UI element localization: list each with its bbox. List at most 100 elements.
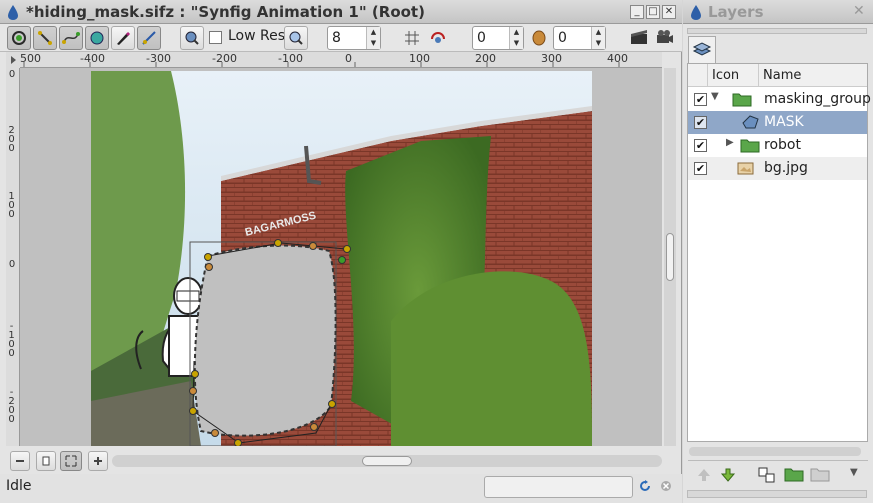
zoom-button[interactable]	[284, 26, 308, 50]
zoom-100-button[interactable]	[36, 451, 56, 471]
window-title: *hiding_mask.sifz : "Synfig Animation 1"…	[26, 3, 425, 21]
fit-icon	[65, 455, 77, 467]
keyframe-lock-icon	[532, 30, 546, 46]
clapperboard-icon	[631, 30, 647, 44]
lower-layer-icon[interactable]	[720, 467, 736, 483]
layer-visibility-checkbox[interactable]: ✔	[694, 116, 707, 129]
keyframe-lock-button[interactable]	[530, 28, 548, 50]
transform-tool-icon	[12, 31, 26, 45]
more-actions-icon[interactable]: ▼	[850, 467, 858, 478]
bline-tool-button[interactable]	[137, 26, 161, 50]
ruler-label: 100	[8, 191, 15, 220]
robot-body	[168, 315, 200, 377]
arrow-right-icon	[11, 56, 16, 64]
canvas-toolbar: Low Res 8 ▲ ▼ 0 ▲ ▼ 0 ▲ ▼	[0, 24, 682, 52]
tab-layers[interactable]	[688, 36, 716, 63]
ruler-label: -100	[8, 321, 15, 359]
circle-tool-icon	[90, 31, 104, 45]
ungroup-layer-icon[interactable]	[810, 466, 830, 482]
canvas-area[interactable]: BAGARMOSS	[20, 68, 662, 446]
onion-skin-button[interactable]	[429, 30, 447, 50]
layer-visibility-checkbox[interactable]: ✔	[694, 93, 707, 106]
low-res-label: Low Res	[228, 28, 286, 44]
layer-name: MASK	[764, 114, 804, 130]
refresh-button[interactable]	[639, 480, 651, 496]
ruler-label: 0	[8, 259, 16, 270]
ruler-label: 200	[8, 125, 15, 154]
low-res-checkbox[interactable]	[209, 31, 222, 44]
panel-handle	[687, 28, 867, 34]
layers-tree: Icon Name ✔ ▼ masking_group ✔ MASK ✔ ▶ r…	[687, 63, 871, 442]
time-spinner[interactable]: 0 ▲ ▼	[472, 26, 524, 50]
column-header-name[interactable]: Name	[763, 68, 801, 83]
smooth-move-tool-button[interactable]	[33, 26, 57, 50]
tree-right	[391, 271, 592, 446]
layer-row[interactable]: ✔ bg.jpg	[688, 157, 867, 180]
expander-right-icon[interactable]: ▶	[726, 137, 734, 148]
canvas-image[interactable]: BAGARMOSS	[91, 71, 592, 446]
grid-toggle-button[interactable]	[404, 30, 420, 50]
layers-panel: Layers ✕ Icon Name ✔ ▼ masking_group ✔ M…	[683, 0, 873, 503]
layer-row[interactable]: ✔ MASK	[688, 111, 867, 134]
layer-name: robot	[764, 137, 801, 153]
folder-icon	[732, 93, 752, 107]
bline-tool-icon	[142, 31, 156, 45]
page-icon	[42, 456, 50, 466]
zoom-out-button[interactable]	[10, 451, 30, 471]
layer-visibility-checkbox[interactable]: ✔	[694, 162, 707, 175]
grid-icon	[405, 31, 419, 45]
transform-tool-button[interactable]	[7, 26, 31, 50]
duplicate-layer-icon[interactable]	[758, 467, 776, 483]
circle-tool-button[interactable]	[85, 26, 109, 50]
maximize-button[interactable]: □	[646, 5, 660, 19]
smooth-move-tool-icon	[38, 31, 52, 45]
ruler-label: -200	[8, 387, 15, 425]
zoom-spinner-arrows[interactable]: ▲ ▼	[366, 27, 380, 49]
zoom-value: 8	[332, 30, 341, 46]
horizontal-ruler[interactable]: 500 -400 -300 -200 -100 0 100 200 300 40…	[20, 52, 662, 68]
mask-region[interactable]	[193, 244, 337, 437]
title-bar: *hiding_mask.sifz : "Synfig Animation 1"…	[0, 0, 682, 24]
close-panel-button[interactable]: ✕	[853, 3, 865, 19]
spline-tool-button[interactable]	[59, 26, 83, 50]
progress-field	[484, 476, 633, 498]
column-divider	[707, 64, 708, 87]
layers-hscrollbar[interactable]	[689, 447, 861, 456]
vertical-scrollbar[interactable]	[664, 68, 676, 446]
frame-spinner-arrows[interactable]: ▲ ▼	[591, 27, 605, 49]
layer-row[interactable]: ✔ ▶ robot	[688, 134, 868, 157]
minimize-button[interactable]: _	[630, 5, 644, 19]
close-button[interactable]: ✕	[662, 5, 676, 19]
draw-tool-button[interactable]	[111, 26, 135, 50]
vertical-scroll-thumb[interactable]	[666, 233, 674, 281]
vertical-ruler[interactable]: 0 200 100 0 -100 -200	[6, 68, 20, 446]
layer-visibility-checkbox[interactable]: ✔	[694, 139, 707, 152]
raise-layer-icon[interactable]	[696, 467, 712, 483]
zoom-fit-button[interactable]	[60, 451, 82, 471]
synfig-logo-icon	[691, 5, 701, 20]
canvas-window: *hiding_mask.sifz : "Synfig Animation 1"…	[0, 0, 682, 503]
status-bar: Idle	[0, 474, 682, 503]
time-spinner-arrows[interactable]: ▲ ▼	[509, 27, 523, 49]
horizontal-scroll-thumb[interactable]	[362, 456, 412, 466]
render-button[interactable]	[630, 29, 648, 49]
quality-icon	[185, 31, 199, 45]
zoom-in-button[interactable]	[88, 451, 108, 471]
quality-button[interactable]	[180, 26, 204, 50]
preview-button[interactable]	[656, 29, 674, 49]
horizontal-scrollbar[interactable]	[112, 455, 662, 467]
frame-spinner[interactable]: 0 ▲ ▼	[553, 26, 606, 50]
column-header-icon[interactable]: Icon	[712, 68, 739, 83]
ruler-label: 0	[8, 69, 16, 80]
layers-icon	[692, 42, 712, 56]
layer-row[interactable]: ✔ ▼ masking_group	[688, 88, 871, 111]
layers-toolbar: ▼	[688, 460, 868, 488]
group-layer-icon[interactable]	[784, 466, 804, 482]
onion-skin-icon	[431, 32, 445, 43]
zoom-spinner[interactable]: 8 ▲ ▼	[327, 26, 381, 50]
image-icon	[737, 162, 754, 175]
expander-down-icon[interactable]: ▼	[711, 91, 719, 102]
stop-render-button[interactable]	[660, 480, 672, 496]
panel-handle-bottom	[687, 490, 867, 498]
layer-name: masking_group	[764, 91, 871, 107]
